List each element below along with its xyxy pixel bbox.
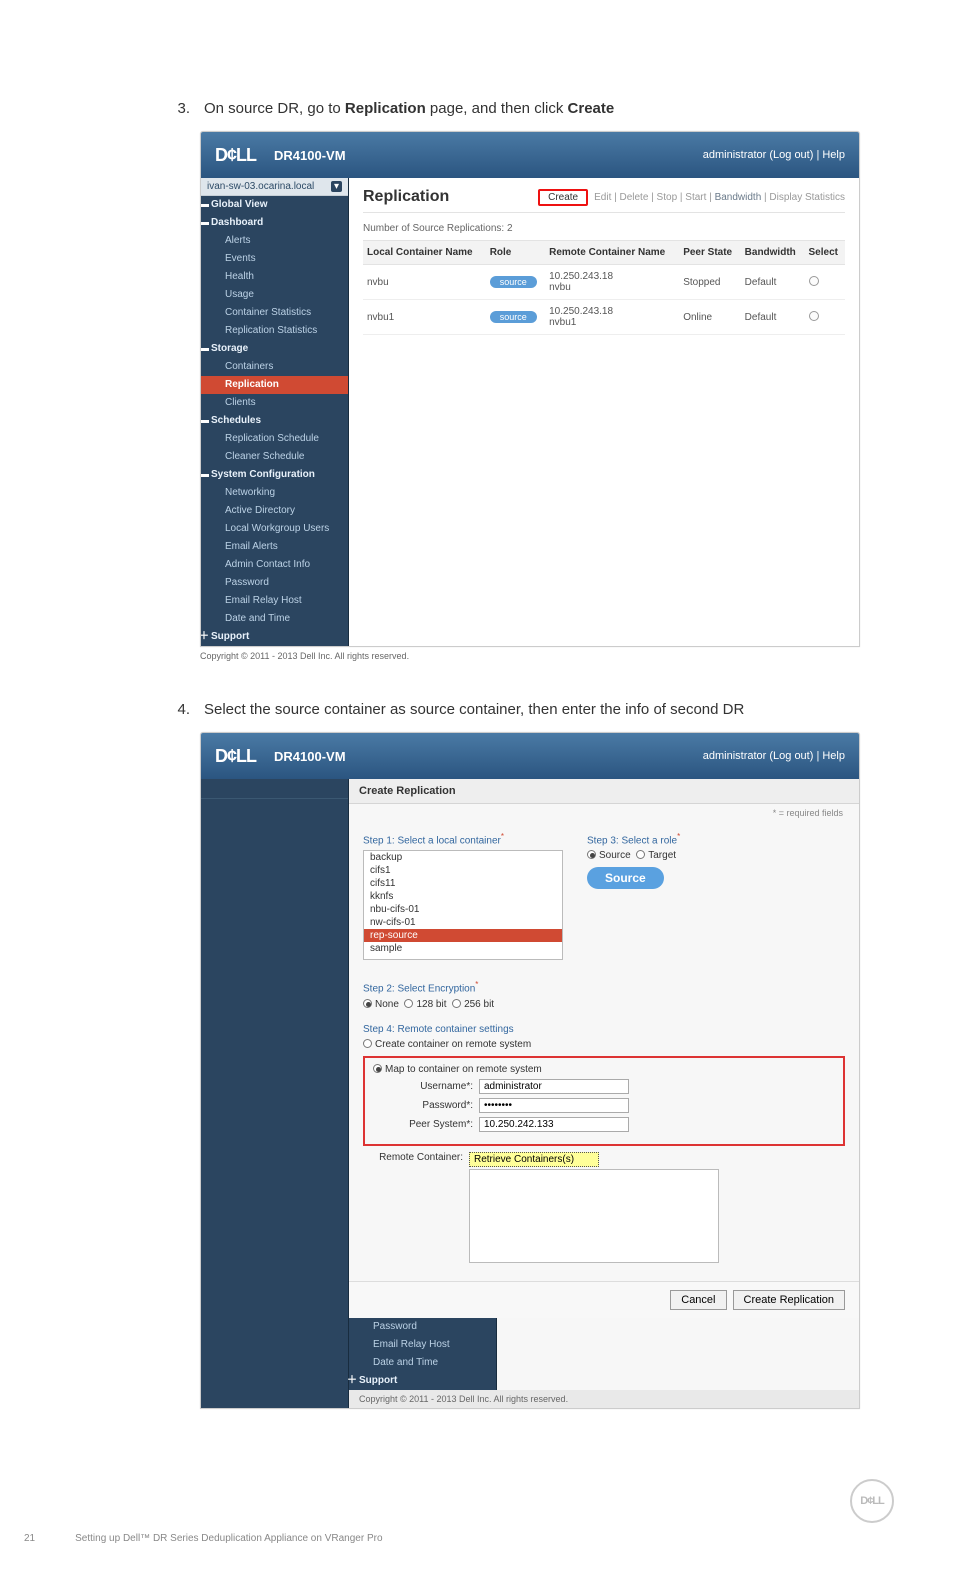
nav-alerts[interactable]: Alerts [201, 232, 348, 250]
radio-none[interactable] [363, 999, 372, 1008]
nav-schedules[interactable]: ▬Schedules [201, 412, 348, 430]
radio-256[interactable] [452, 999, 461, 1008]
nav-local-workgroup[interactable]: Local Workgroup Users [201, 520, 348, 538]
model-name: DR4100-VM [274, 148, 346, 163]
remote-settings-group: Map to container on remote system Userna… [363, 1056, 845, 1146]
screenshot-create-replication: D¢LL DR4100-VM administrator (Log out) |… [200, 732, 860, 1409]
nav-date-time[interactable]: Date and Time [349, 1354, 496, 1372]
page-title: Replication [363, 188, 449, 206]
main-panel: Replication Create Edit | Delete | Stop … [349, 178, 859, 646]
username-field[interactable] [479, 1079, 629, 1094]
step1-title: Step 1: Select a local container* [363, 832, 573, 846]
select-radio[interactable] [809, 276, 819, 286]
nav-events[interactable]: Events [201, 250, 348, 268]
screenshot-replication-page: D¢LL DR4100-VM administrator (Log out) |… [200, 131, 860, 661]
select-radio[interactable] [809, 311, 819, 321]
radio-create-remote[interactable] [363, 1039, 372, 1048]
sidebar-collapsed [201, 779, 349, 1408]
radio-128[interactable] [404, 999, 413, 1008]
table-row: nvbu source 10.250.243.18nvbu Stopped De… [363, 265, 845, 300]
wizard-panel: Create Replication * = required fields S… [349, 779, 859, 1408]
nav-admin-contact[interactable]: Admin Contact Info [201, 556, 348, 574]
user-session[interactable]: administrator (Log out) | Help [703, 750, 845, 762]
page-number: 21 [24, 1533, 35, 1544]
nav-password[interactable]: Password [201, 574, 348, 592]
nav-email-alerts[interactable]: Email Alerts [201, 538, 348, 556]
local-container-listbox[interactable]: backup cifs1 cifs11 kknfs nbu-cifs-01 nw… [363, 850, 563, 960]
nav-usage[interactable]: Usage [201, 286, 348, 304]
list-item[interactable]: nbu-cifs-01 [364, 903, 562, 916]
nav-email-relay[interactable]: Email Relay Host [201, 592, 348, 610]
step4-title: Step 4: Remote container settings [363, 1024, 845, 1035]
dell-footer-logo: D¢LL [0, 1449, 954, 1533]
nav-storage[interactable]: ▬Storage [201, 340, 348, 358]
radio-source[interactable] [587, 850, 596, 859]
step3-title: Step 3: Select a role* [587, 832, 697, 846]
nav-support[interactable]: ＋Support [349, 1372, 496, 1390]
nav-replication-stats[interactable]: Replication Statistics [201, 322, 348, 340]
radio-map-remote[interactable] [373, 1064, 382, 1073]
copyright: Copyright © 2011 - 2013 Dell Inc. All ri… [349, 1390, 859, 1408]
role-badge: source [490, 276, 537, 288]
role-badge: source [490, 311, 537, 323]
dell-logo: D¢LL [215, 746, 256, 767]
user-session[interactable]: administrator (Log out) | Help [703, 149, 845, 161]
source-badge: Source [587, 867, 664, 889]
replication-count: Number of Source Replications: 2 [363, 213, 845, 240]
page-footer: 21 Setting up Dell™ DR Series Deduplicat… [0, 1533, 954, 1544]
nav-support[interactable]: ＋Support [201, 628, 348, 646]
model-name: DR4100-VM [274, 749, 346, 764]
list-item[interactable]: rep-source [364, 929, 562, 942]
nav-cleaner-schedule[interactable]: Cleaner Schedule [201, 448, 348, 466]
password-field[interactable] [479, 1098, 629, 1113]
nav-date-time[interactable]: Date and Time [201, 610, 348, 628]
replication-table: Local Container Name Role Remote Contain… [363, 240, 845, 335]
encryption-options: None 128 bit 256 bit [363, 999, 573, 1010]
nav-dashboard[interactable]: ▬Dashboard [201, 214, 348, 232]
create-replication-button[interactable]: Create Replication [733, 1290, 846, 1310]
cancel-button[interactable]: Cancel [670, 1290, 726, 1310]
list-item[interactable]: nw-cifs-01 [364, 916, 562, 929]
list-item[interactable]: cifs1 [364, 864, 562, 877]
list-item[interactable]: sample [364, 942, 562, 955]
step2-title: Step 2: Select Encryption* [363, 980, 573, 994]
copyright: Copyright © 2011 - 2013 Dell Inc. All ri… [200, 651, 860, 661]
nav-health[interactable]: Health [201, 268, 348, 286]
radio-target[interactable] [636, 850, 645, 859]
nav-clients[interactable]: Clients [201, 394, 348, 412]
list-item[interactable]: kknfs [364, 890, 562, 903]
app-header: D¢LL DR4100-VM administrator (Log out) |… [201, 132, 859, 178]
host-selector[interactable]: ivan-sw-03.ocarina.local ▾ [201, 178, 348, 196]
list-item[interactable]: cifs11 [364, 877, 562, 890]
nav-container-stats[interactable]: Container Statistics [201, 304, 348, 322]
peer-system-field[interactable] [479, 1117, 629, 1132]
create-button[interactable]: Create [538, 189, 588, 206]
nav-networking[interactable]: Networking [201, 484, 348, 502]
sidebar: ivan-sw-03.ocarina.local ▾ ▬Global View … [201, 178, 349, 646]
app-header: D¢LL DR4100-VM administrator (Log out) |… [201, 733, 859, 779]
chevron-down-icon: ▾ [331, 181, 342, 192]
nav-containers[interactable]: Containers [201, 358, 348, 376]
nav-active-directory[interactable]: Active Directory [201, 502, 348, 520]
nav-sys-config[interactable]: ▬System Configuration [201, 466, 348, 484]
nav-rep-schedule[interactable]: Replication Schedule [201, 430, 348, 448]
doc-title: Setting up Dell™ DR Series Deduplication… [75, 1533, 382, 1544]
nav-email-relay[interactable]: Email Relay Host [349, 1336, 496, 1354]
step-3-instruction: 3. On source DR, go to Replication page,… [170, 100, 954, 117]
breadcrumb: Create Replication [349, 779, 859, 804]
step-4-instruction: 4. Select the source container as source… [170, 701, 954, 718]
required-note: * = required fields [349, 804, 859, 818]
retrieve-containers-button[interactable] [469, 1152, 599, 1167]
dell-logo: D¢LL [215, 145, 256, 166]
remote-container-listbox[interactable] [469, 1169, 719, 1263]
nav-replication[interactable]: Replication [201, 376, 348, 394]
table-row: nvbu1 source 10.250.243.18nvbu1 Online D… [363, 300, 845, 335]
bandwidth-link[interactable]: Bandwidth [715, 192, 762, 203]
nav-global-view[interactable]: ▬Global View [201, 196, 348, 214]
nav-password[interactable]: Password [349, 1318, 496, 1336]
list-item[interactable]: backup [364, 851, 562, 864]
